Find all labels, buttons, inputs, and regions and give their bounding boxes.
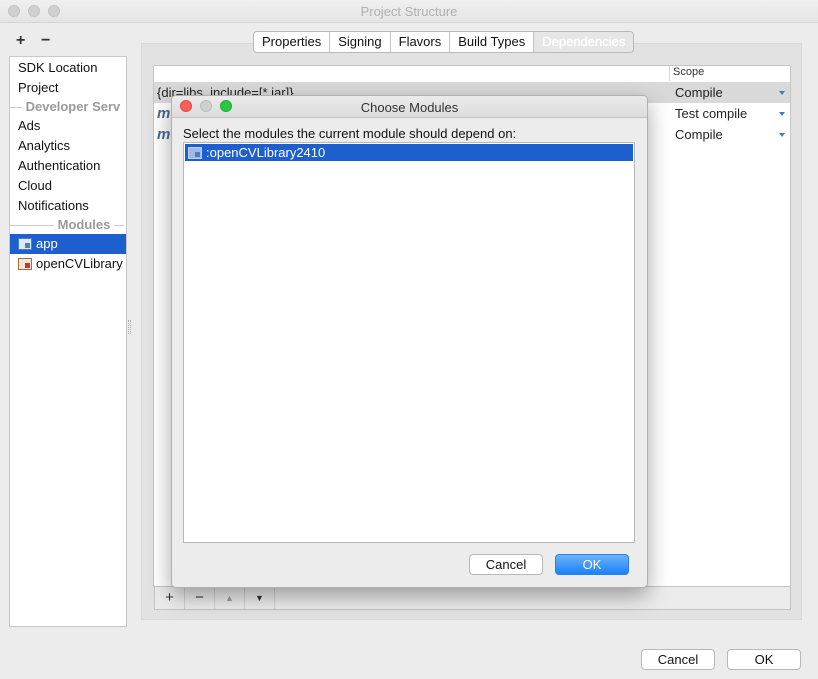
tab-properties[interactable]: Properties: [254, 32, 331, 52]
dialog-ok-button[interactable]: OK: [555, 554, 629, 575]
tab-flavors[interactable]: Flavors: [391, 32, 451, 52]
cancel-button[interactable]: Cancel: [641, 649, 715, 670]
dialog-title: Choose Modules: [360, 100, 459, 115]
module-icon: [188, 147, 202, 159]
sidebar-section-developer-services: Developer Serv: [10, 98, 126, 116]
sidebar-item-label: app: [36, 236, 58, 251]
dependency-name: m: [157, 105, 171, 122]
remove-dependency-button[interactable]: −: [185, 587, 215, 609]
sidebar-item-authentication[interactable]: Authentication: [10, 156, 126, 176]
add-icon[interactable]: +: [16, 32, 25, 50]
dependencies-toolbar: + − ▲ ▼: [154, 587, 791, 610]
scope-select[interactable]: Compile: [675, 124, 723, 145]
tab-build-types[interactable]: Build Types: [450, 32, 535, 52]
window-title: Project Structure: [360, 4, 458, 19]
remove-icon[interactable]: −: [41, 32, 50, 50]
sidebar-item-label: openCVLibrary: [36, 256, 123, 271]
move-down-button[interactable]: ▼: [245, 587, 275, 609]
tab-dependencies[interactable]: Dependencies: [534, 32, 634, 52]
sidebar-item-opencvlibrary[interactable]: openCVLibrary: [10, 254, 126, 274]
move-up-button[interactable]: ▲: [215, 587, 245, 609]
chevron-down-icon[interactable]: [779, 133, 785, 137]
list-item[interactable]: :openCVLibrary2410: [185, 144, 633, 161]
modules-list[interactable]: :openCVLibrary2410: [183, 142, 635, 543]
sidebar-section-label: Developer Serv: [25, 99, 121, 114]
window-titlebar: Project Structure: [0, 0, 818, 23]
choose-modules-dialog: Choose Modules Select the modules the cu…: [171, 95, 648, 588]
sidebar: SDK Location Project Developer Serv Ads …: [9, 56, 127, 627]
chevron-down-icon[interactable]: [779, 91, 785, 95]
dialog-titlebar: Choose Modules: [172, 96, 647, 118]
sidebar-item-app[interactable]: app: [10, 234, 126, 254]
splitter-handle[interactable]: [128, 320, 131, 334]
dialog-prompt: Select the modules the current module sh…: [183, 126, 517, 141]
sidebar-section-label: Modules: [57, 217, 111, 232]
chevron-down-icon[interactable]: [779, 112, 785, 116]
dependency-name: m: [157, 126, 171, 143]
library-module-icon: [18, 258, 32, 270]
module-icon: [18, 238, 32, 250]
sidebar-item-sdk-location[interactable]: SDK Location: [10, 58, 126, 78]
scope-select[interactable]: Test compile: [675, 103, 747, 124]
sidebar-item-notifications[interactable]: Notifications: [10, 196, 126, 216]
sidebar-item-project[interactable]: Project: [10, 78, 126, 98]
scope-column-header[interactable]: Scope: [669, 66, 789, 81]
module-name: :openCVLibrary2410: [206, 145, 326, 160]
sidebar-item-cloud[interactable]: Cloud: [10, 176, 126, 196]
sidebar-item-analytics[interactable]: Analytics: [10, 136, 126, 156]
sidebar-item-ads[interactable]: Ads: [10, 116, 126, 136]
sidebar-section-modules: Modules: [10, 216, 126, 234]
scope-select[interactable]: Compile: [675, 82, 723, 103]
ok-button[interactable]: OK: [727, 649, 801, 670]
tab-signing[interactable]: Signing: [330, 32, 391, 52]
tab-bar: Properties Signing Flavors Build Types D…: [253, 31, 635, 53]
dialog-cancel-button[interactable]: Cancel: [469, 554, 543, 575]
add-dependency-button[interactable]: +: [155, 587, 185, 609]
